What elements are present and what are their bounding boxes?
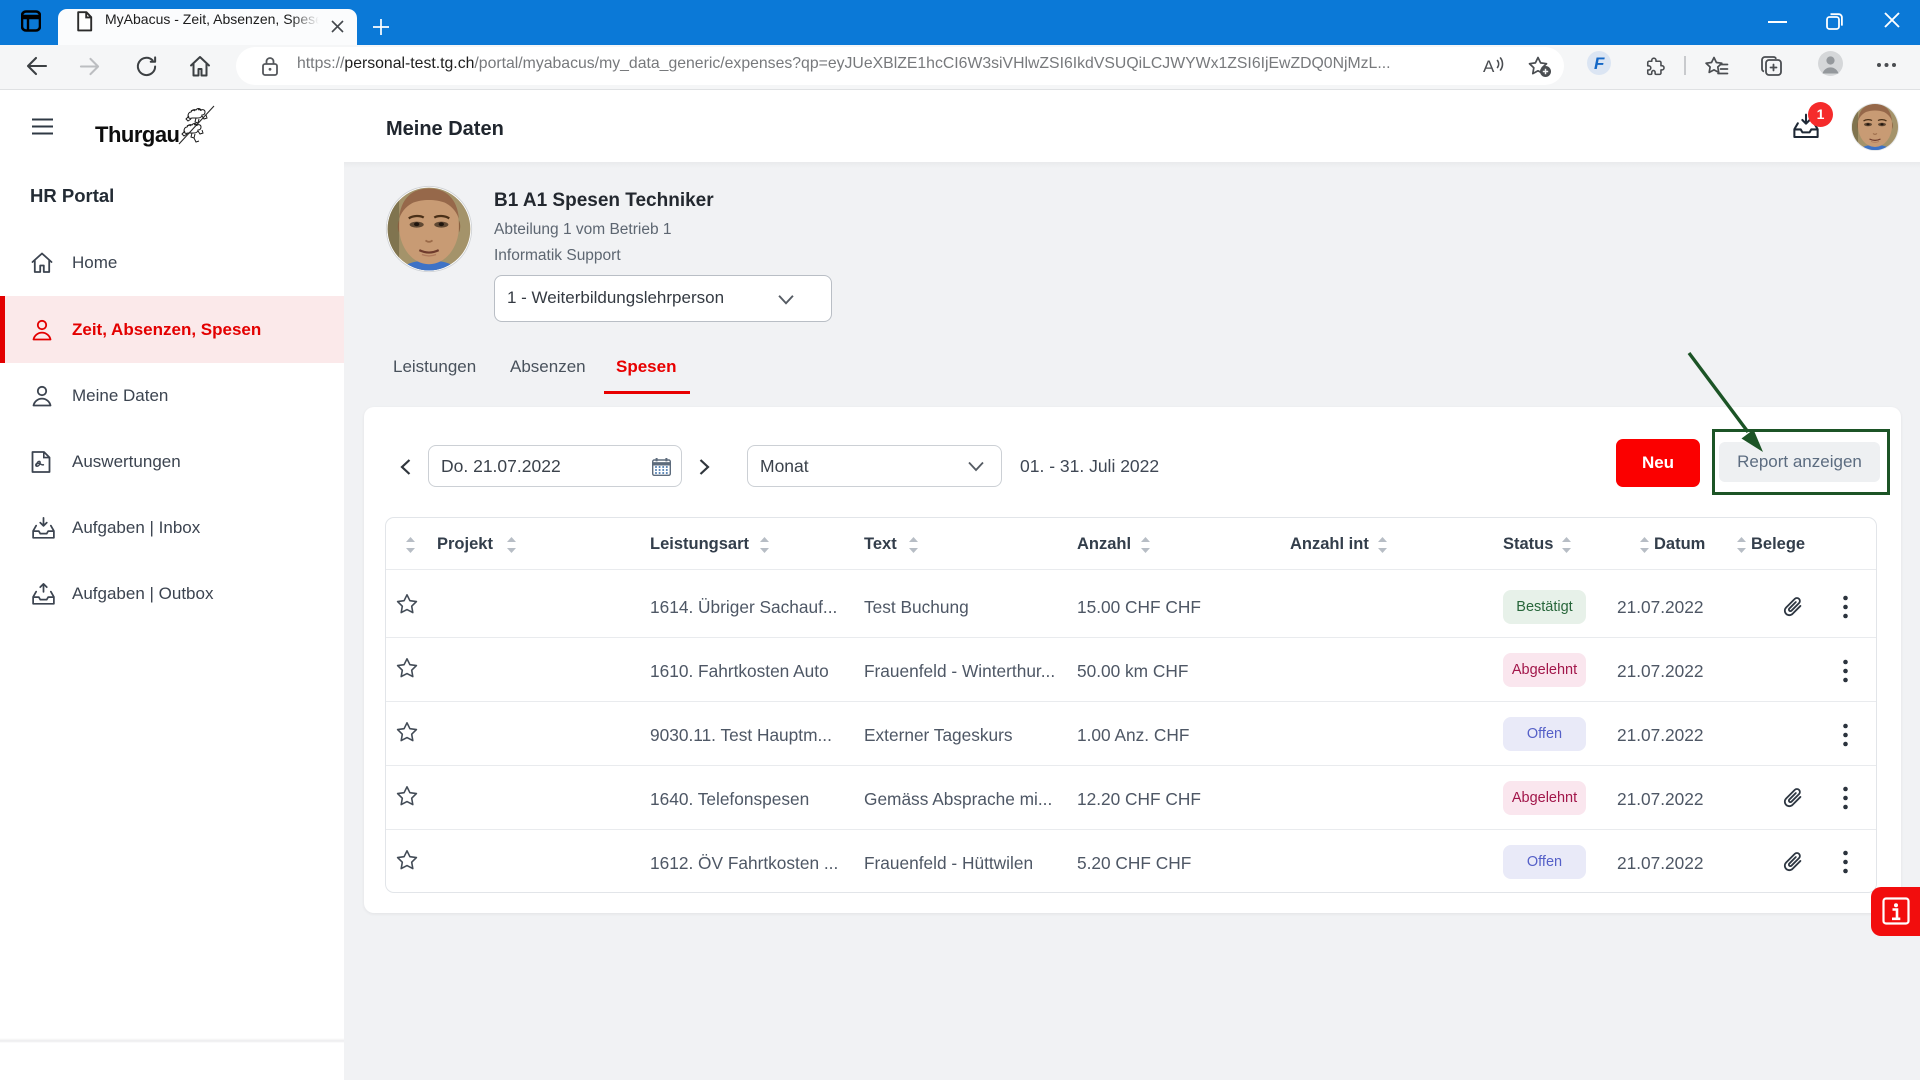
- svg-text:F: F: [1594, 54, 1605, 73]
- svg-text:A: A: [1483, 57, 1495, 76]
